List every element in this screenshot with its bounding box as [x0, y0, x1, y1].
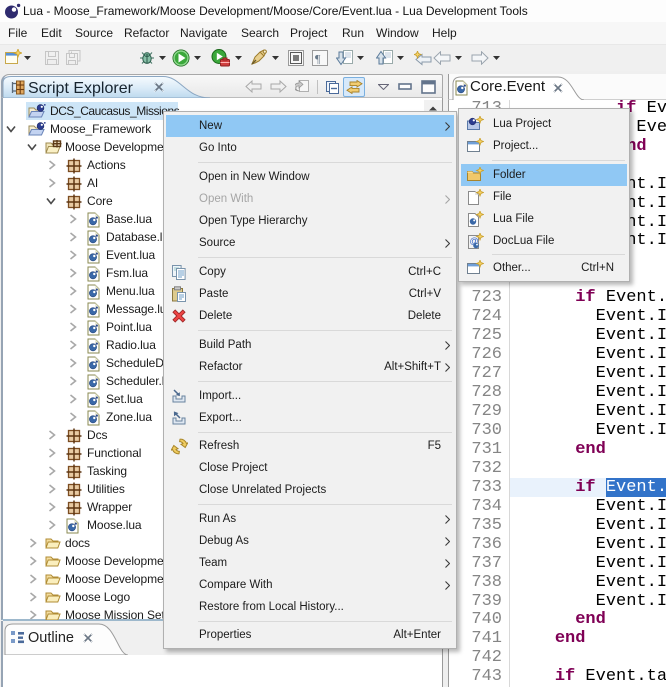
svg-text:¶: ¶ [315, 52, 321, 66]
